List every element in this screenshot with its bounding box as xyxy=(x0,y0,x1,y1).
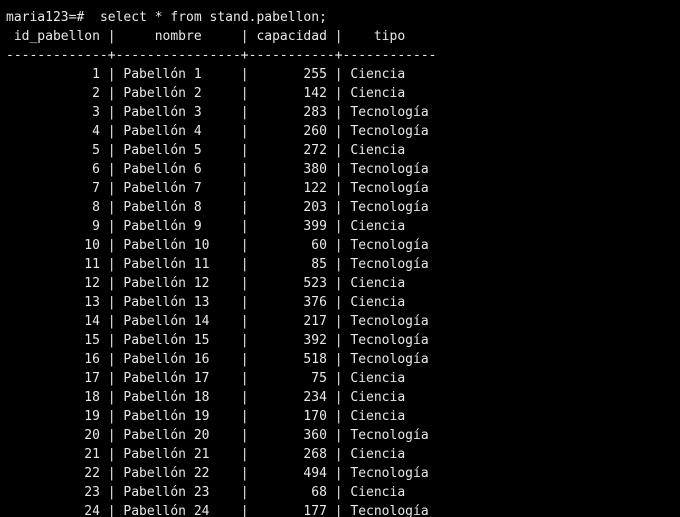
table-row: 15 | Pabellón 15 | 392 | Tecnología xyxy=(6,333,429,348)
table-header: id_pabellon | nombre | capacidad | tipo xyxy=(6,29,406,44)
table-row: 3 | Pabellón 3 | 283 | Tecnología xyxy=(6,105,429,120)
table-row: 10 | Pabellón 10 | 60 | Tecnología xyxy=(6,238,429,253)
table-row: 4 | Pabellón 4 | 260 | Tecnología xyxy=(6,124,429,139)
table-row: 13 | Pabellón 13 | 376 | Ciencia xyxy=(6,295,406,310)
table-row: 14 | Pabellón 14 | 217 | Tecnología xyxy=(6,314,429,329)
table-row: 1 | Pabellón 1 | 255 | Ciencia xyxy=(6,67,406,82)
sql-command: select * from stand.pabellon; xyxy=(99,10,327,25)
command-line: maria123=# select * from stand.pabellon; xyxy=(6,8,327,27)
table-row: 22 | Pabellón 22 | 494 | Tecnología xyxy=(6,466,429,481)
table-row: 6 | Pabellón 6 | 380 | Tecnología xyxy=(6,162,429,177)
table-row: 11 | Pabellón 11 | 85 | Tecnología xyxy=(6,257,429,272)
table-row: 5 | Pabellón 5 | 272 | Ciencia xyxy=(6,143,406,158)
terminal-window[interactable]: maria123=# select * from stand.pabellon;… xyxy=(0,0,680,517)
table-row: 8 | Pabellón 8 | 203 | Tecnología xyxy=(6,200,429,215)
table-row: 17 | Pabellón 17 | 75 | Ciencia xyxy=(6,371,406,386)
table-row: 12 | Pabellón 12 | 523 | Ciencia xyxy=(6,276,406,291)
table-row: 16 | Pabellón 16 | 518 | Tecnología xyxy=(6,352,429,367)
table-row: 7 | Pabellón 7 | 122 | Tecnología xyxy=(6,181,429,196)
table-row: 21 | Pabellón 21 | 268 | Ciencia xyxy=(6,447,406,462)
table-row: 24 | Pabellón 24 | 177 | Tecnología xyxy=(6,504,429,517)
table-row: 19 | Pabellón 19 | 170 | Ciencia xyxy=(6,409,406,424)
prompt: maria123=# xyxy=(6,10,85,25)
table-row: 23 | Pabellón 23 | 68 | Ciencia xyxy=(6,485,406,500)
table-row: 9 | Pabellón 9 | 399 | Ciencia xyxy=(6,219,406,234)
table-row: 18 | Pabellón 18 | 234 | Ciencia xyxy=(6,390,406,405)
table-row: 2 | Pabellón 2 | 142 | Ciencia xyxy=(6,86,406,101)
table-row: 20 | Pabellón 20 | 360 | Tecnología xyxy=(6,428,429,443)
table-separator: -------------+----------------+---------… xyxy=(6,48,437,63)
